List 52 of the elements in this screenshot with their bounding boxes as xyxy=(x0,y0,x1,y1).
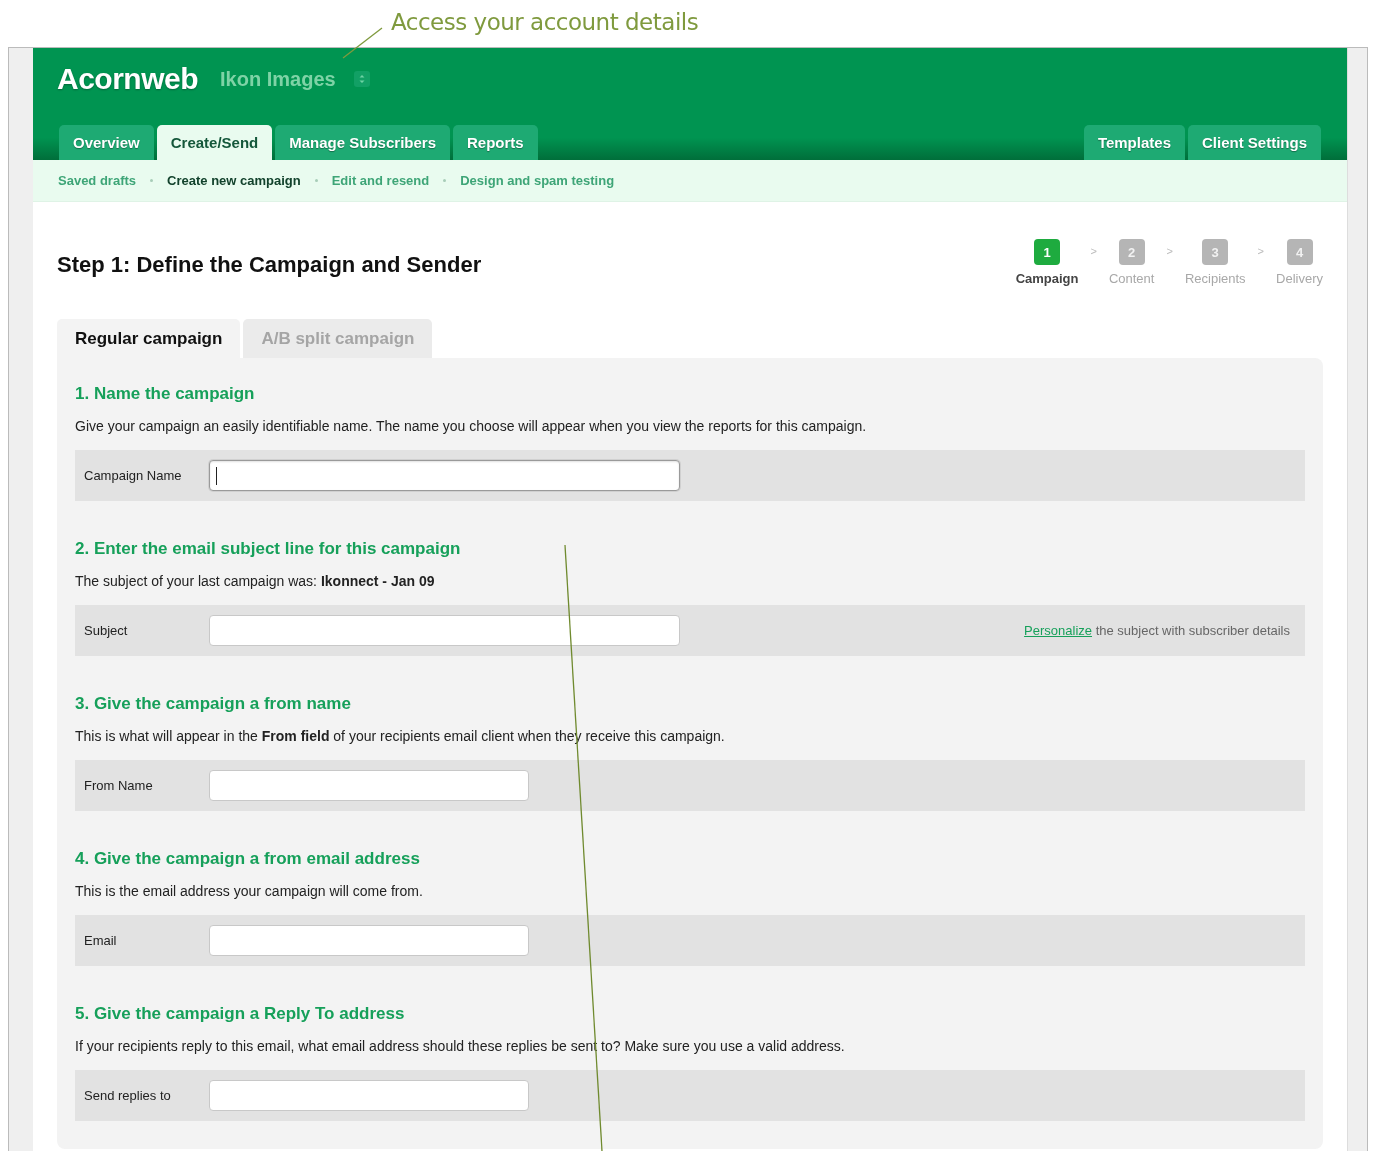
section-description: The subject of your last campaign was: Ikonnect - Jan 09 xyxy=(75,573,436,589)
subnav-link[interactable]: Create new campaign xyxy=(167,173,301,188)
subnav-link[interactable]: Saved drafts xyxy=(58,173,137,188)
input-field[interactable] xyxy=(209,770,529,801)
annotation-text: Access your account details xyxy=(391,9,699,35)
step-separator: > xyxy=(1166,245,1173,257)
step-label: Content xyxy=(1108,271,1155,286)
step-label: Campaign xyxy=(1015,271,1079,286)
section-heading: 5. Give the campaign a Reply To address xyxy=(75,1004,406,1024)
personalize-link[interactable]: Personalize xyxy=(1024,623,1092,638)
section-description: This is the email address your campaign will come from. xyxy=(75,883,424,899)
nav-tab[interactable]: Client Settings xyxy=(1188,125,1321,160)
logo: Acornweb xyxy=(57,62,199,96)
nav-tab[interactable]: Overview xyxy=(59,125,154,160)
step-label: Recipients xyxy=(1184,271,1246,286)
field-label: Subject xyxy=(84,623,129,638)
input-field[interactable] xyxy=(209,615,680,646)
field-label: From Name xyxy=(84,778,154,793)
step-separator: > xyxy=(1257,245,1265,257)
separator-dot xyxy=(443,179,447,182)
field-label: Campaign Name xyxy=(84,468,183,483)
dropdown-arrows-icon[interactable] xyxy=(353,71,370,87)
step-number: 1 xyxy=(1034,239,1061,265)
campaign-tab[interactable]: A/B split campaign xyxy=(243,319,433,358)
input-field[interactable] xyxy=(209,925,529,956)
input-field[interactable] xyxy=(209,1080,529,1111)
step-label: Delivery xyxy=(1276,271,1323,286)
subnav-link[interactable]: Edit and resend xyxy=(331,173,430,188)
nav-tab[interactable]: Reports xyxy=(453,125,538,160)
step-number: 4 xyxy=(1286,239,1313,265)
field-label: Send replies to xyxy=(84,1088,172,1103)
subnav-link[interactable]: Design and spam testing xyxy=(460,173,615,188)
input-field[interactable] xyxy=(209,460,680,491)
nav-tab[interactable]: Templates xyxy=(1083,125,1185,160)
campaign-tab[interactable]: Regular campaign xyxy=(57,319,241,358)
section-heading: 2. Enter the email subject line for this campaign xyxy=(75,539,462,559)
nav-tab[interactable]: Manage Subscribers xyxy=(275,125,450,160)
section-heading: 3. Give the campaign a from name xyxy=(75,694,352,714)
step-number: 2 xyxy=(1118,239,1145,265)
leader-line xyxy=(342,27,383,59)
field-label: Email xyxy=(84,933,118,948)
separator-dot xyxy=(150,179,154,182)
step-separator: > xyxy=(1090,245,1097,257)
step-number: 3 xyxy=(1202,239,1229,265)
separator-dot xyxy=(314,179,318,182)
section-description: Give your campaign an easily identifiable name. The name you choose will appear when you view the reports for this campaign. xyxy=(75,418,868,434)
section-heading: 4. Give the campaign a from email address xyxy=(75,849,421,869)
account-name[interactable]: Ikon Images xyxy=(220,67,336,91)
field-hint: Personalize the subject with subscriber details xyxy=(1024,623,1291,638)
page-title: Step 1: Define the Campaign and Sender xyxy=(57,252,482,278)
section-heading: 1. Name the campaign xyxy=(75,384,256,404)
nav-tab[interactable]: Create/Send xyxy=(156,125,273,160)
